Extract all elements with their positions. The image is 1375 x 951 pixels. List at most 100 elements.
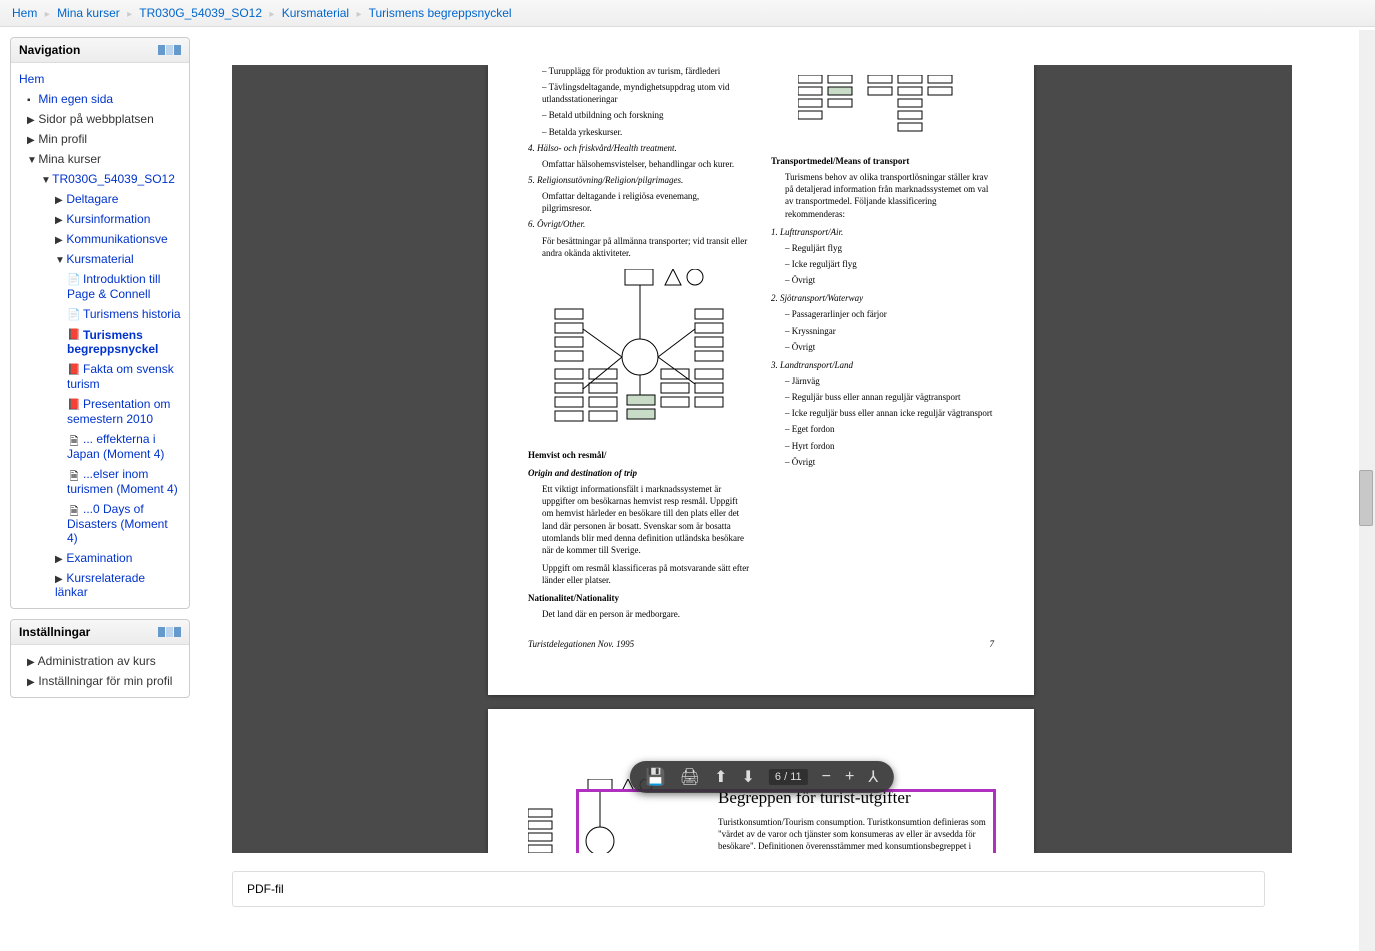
pdf-text: – Övrigt — [771, 341, 994, 353]
caret-right-icon[interactable]: ▶ — [27, 677, 35, 688]
pdf-text: – Passagerarlinjer och färjor — [771, 308, 994, 320]
pdf-text: 1. Lufttransport/Air. — [771, 226, 994, 238]
pdf-text: För besättningar på allmänna transporter… — [528, 235, 751, 259]
nav-mat-fakta[interactable]: Fakta om svensk turism — [67, 362, 174, 391]
diagram-icon — [771, 75, 994, 145]
pdf-text: 3. Landtransport/Land — [771, 359, 994, 371]
pdf-text: – Reguljärt flyg — [771, 242, 994, 254]
pdf-heading: Transportmedel/Means of transport — [771, 155, 994, 167]
pdf-viewer[interactable]: – Turupplägg för produktion av turism, f… — [232, 65, 1292, 853]
pdf-text: 4. Hälso- och friskvård/Health treatment… — [528, 142, 751, 154]
diagram-icon — [528, 269, 751, 439]
pdf-icon: 📕 — [67, 328, 81, 342]
main-content: – Turupplägg för produktion av turism, f… — [202, 37, 1365, 907]
navigation-header: Navigation — [11, 38, 189, 63]
pdf-text: – Icke reguljär buss eller annan icke re… — [771, 407, 994, 419]
doc-icon: 📄 — [67, 308, 81, 322]
pdf-text: Uppgift om resmål klassificeras på motsv… — [528, 562, 751, 586]
page-indicator: 6 / 11 — [769, 769, 808, 785]
nav-kursinfo[interactable]: Kursinformation — [66, 212, 150, 226]
settings-tree: ▶ Administration av kurs ▶ Inställningar… — [11, 645, 189, 697]
nav-profil[interactable]: Min profil — [38, 132, 87, 146]
breadcrumb-sep: ▸ — [45, 9, 50, 20]
crumb-hem[interactable]: Hem — [12, 6, 37, 20]
settings-header: Inställningar — [11, 620, 189, 645]
nav-kursmaterial[interactable]: Kursmaterial — [66, 252, 133, 266]
nav-hem[interactable]: Hem — [19, 72, 44, 86]
pdf-text: – Övrigt — [771, 274, 994, 286]
page-icon: 🗎 — [67, 433, 81, 447]
pdf-heading: Nationalitet/Nationality — [528, 592, 751, 604]
caret-right-icon[interactable]: ▶ — [27, 135, 35, 146]
navigation-title: Navigation — [19, 43, 80, 57]
nav-mina-kurser[interactable]: Mina kurser — [38, 152, 101, 166]
nav-exam[interactable]: Examination — [66, 551, 132, 565]
nav-komm[interactable]: Kommunikationsve — [66, 232, 167, 246]
crumb-material[interactable]: Kursmaterial — [282, 6, 349, 20]
nav-mat-pres[interactable]: Presentation om semestern 2010 — [67, 397, 170, 426]
breadcrumb-sep: ▸ — [269, 9, 274, 20]
file-type-label: PDF-fil — [232, 871, 1265, 907]
pdf-icon: 📕 — [67, 398, 81, 412]
navigation-tree: Hem ▪ Min egen sida ▶ Sidor på webbplats… — [11, 63, 189, 608]
pdf-page-1: – Turupplägg för produktion av turism, f… — [488, 65, 1034, 695]
nav-mat-hist[interactable]: Turismens historia — [83, 307, 181, 321]
caret-right-icon[interactable]: ▶ — [27, 115, 35, 126]
nav-deltagare[interactable]: Deltagare — [66, 192, 118, 206]
dock-controls-icon[interactable] — [158, 45, 181, 55]
nav-sidor[interactable]: Sidor på webbplatsen — [38, 112, 153, 126]
caret-down-icon[interactable]: ▼ — [27, 155, 35, 166]
adobe-icon[interactable]: ⅄ — [868, 767, 878, 787]
nav-mat-intro[interactable]: Introduktion till Page & Connell — [67, 272, 160, 301]
pdf-text: – Övrigt — [771, 456, 994, 468]
settings-admin[interactable]: Administration av kurs — [38, 654, 156, 668]
caret-right-icon[interactable]: ▶ — [55, 574, 63, 585]
page-icon: 🗎 — [67, 468, 81, 482]
caret-right-icon[interactable]: ▶ — [55, 195, 63, 206]
navigation-block: Navigation Hem ▪ Min egen sida ▶ Sidor p… — [10, 37, 190, 609]
pdf-text: 6. Övrigt/Other. — [528, 218, 751, 230]
pdf-text: – Reguljär buss eller annan reguljär väg… — [771, 391, 994, 403]
pdf-text: Omfattar deltagande i religiösa eveneman… — [528, 190, 751, 214]
caret-down-icon[interactable]: ▼ — [55, 255, 63, 266]
bullet-icon: ▪ — [27, 95, 35, 106]
settings-profil[interactable]: Inställningar för min profil — [38, 674, 172, 688]
pdf-text: – Kryssningar — [771, 325, 994, 337]
crumb-current[interactable]: Turismens begreppsnyckel — [369, 6, 512, 20]
crumb-course[interactable]: TR030G_54039_SO12 — [139, 6, 262, 20]
crumb-kurser[interactable]: Mina kurser — [57, 6, 120, 20]
sidebar: Navigation Hem ▪ Min egen sida ▶ Sidor p… — [10, 37, 190, 907]
pdf-text: – Betalda yrkeskurser. — [528, 126, 751, 138]
caret-right-icon[interactable]: ▶ — [27, 657, 35, 668]
pdf-text: – Betald utbildning och forskning — [528, 109, 751, 121]
zoom-out-icon[interactable]: − — [822, 768, 831, 786]
scrollbar-thumb[interactable] — [1359, 470, 1373, 526]
pdf-text: – Turupplägg för produktion av turism, f… — [528, 65, 751, 77]
print-icon[interactable]: 🖨 — [680, 767, 700, 787]
zoom-in-icon[interactable]: + — [845, 768, 854, 786]
nav-lankar[interactable]: Kursrelaterade länkar — [55, 571, 145, 599]
settings-title: Inställningar — [19, 625, 90, 639]
pdf-text: – Järnväg — [771, 375, 994, 387]
caret-right-icon[interactable]: ▶ — [55, 215, 63, 226]
nav-mat-japan[interactable]: ... effekterna i Japan (Moment 4) — [67, 432, 164, 461]
nav-mat-elser[interactable]: ...elser inom turismen (Moment 4) — [67, 467, 178, 496]
caret-right-icon[interactable]: ▶ — [55, 554, 63, 565]
pdf-toolbar: 💾 🖨 ⬆ ⬇ 6 / 11 − + ⅄ — [630, 761, 894, 793]
vertical-scrollbar[interactable] — [1359, 30, 1375, 951]
nav-course[interactable]: TR030G_54039_SO12 — [52, 172, 175, 186]
dock-controls-icon[interactable] — [158, 627, 181, 637]
page-up-icon[interactable]: ⬆ — [714, 767, 727, 787]
save-icon[interactable]: 💾 — [646, 767, 666, 787]
pdf-text: – Hyrt fordon — [771, 440, 994, 452]
pdf-text: – Tävlingsdeltagande, myndighetsuppdrag … — [528, 81, 751, 105]
nav-min-sida[interactable]: Min egen sida — [38, 92, 113, 106]
total-pages: 11 — [790, 771, 801, 783]
caret-right-icon[interactable]: ▶ — [55, 235, 63, 246]
pdf-text: – Icke reguljärt flyg — [771, 258, 994, 270]
doc-icon: 📄 — [67, 273, 81, 287]
pdf-text: Det land där en person är medborgare. — [528, 608, 751, 620]
nav-mat-days[interactable]: ...0 Days of Disasters (Moment 4) — [67, 502, 168, 545]
page-down-icon[interactable]: ⬇ — [742, 767, 755, 787]
caret-down-icon[interactable]: ▼ — [41, 175, 49, 186]
